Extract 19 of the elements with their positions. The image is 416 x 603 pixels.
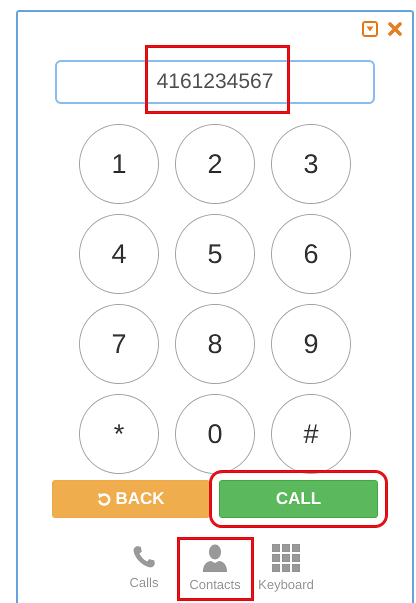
undo-icon bbox=[97, 492, 112, 506]
keypad-key[interactable]: 0 bbox=[175, 394, 255, 474]
phone-icon bbox=[131, 544, 157, 570]
grid-icon bbox=[272, 544, 300, 572]
keypad-key[interactable]: 3 bbox=[271, 124, 351, 204]
keypad-key[interactable]: 6 bbox=[271, 214, 351, 294]
keypad-key[interactable]: 4 bbox=[79, 214, 159, 294]
keypad-key[interactable]: 2 bbox=[175, 124, 255, 204]
keypad-key[interactable]: 5 bbox=[175, 214, 255, 294]
keypad-key[interactable]: # bbox=[271, 394, 351, 474]
number-field[interactable]: 4161234567 bbox=[55, 60, 375, 104]
keypad-key[interactable]: 7 bbox=[79, 304, 159, 384]
collapse-icon[interactable] bbox=[362, 21, 378, 37]
keypad-key[interactable]: 1 bbox=[79, 124, 159, 204]
keypad-key[interactable]: 9 bbox=[271, 304, 351, 384]
keypad-key[interactable]: * bbox=[79, 394, 159, 474]
close-icon[interactable] bbox=[388, 22, 402, 36]
person-icon bbox=[203, 544, 227, 572]
keypad-key[interactable]: 8 bbox=[175, 304, 255, 384]
